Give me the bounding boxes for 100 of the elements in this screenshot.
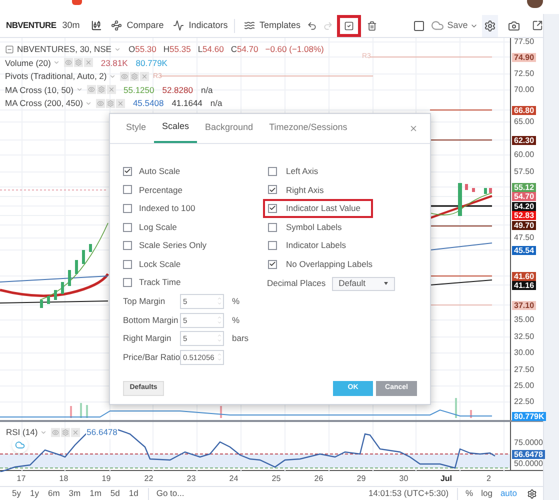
option-label: No Overlapping Labels	[286, 258, 372, 271]
time-axis-label: 22	[143, 472, 154, 484]
dialog-tab[interactable]: Background	[197, 113, 262, 143]
range-button[interactable]: 1y	[30, 487, 39, 500]
scale-mode-button[interactable]: log	[481, 487, 492, 500]
redo-icon	[323, 20, 334, 30]
option-label: Indicator Last Value	[286, 202, 360, 215]
option-label: Left Axis	[286, 164, 318, 178]
checkbox[interactable]	[268, 260, 277, 269]
dialog-tab[interactable]: Timezone/Sessions	[261, 113, 356, 143]
eye-icon[interactable]	[120, 72, 129, 81]
time-axis-label: 29	[356, 472, 367, 484]
checkbox[interactable]	[268, 204, 277, 213]
checkbox[interactable]	[123, 204, 132, 213]
axis-tick-label: 77.50	[514, 37, 534, 47]
interval-button[interactable]: 30m	[62, 18, 80, 32]
close-icon[interactable]	[84, 58, 93, 68]
goto-button[interactable]: Go to...	[156, 487, 184, 500]
candle	[82, 250, 85, 264]
ohlc-value: 54.70	[236, 44, 258, 54]
pivot-line	[430, 304, 492, 306]
unit-label: %	[232, 314, 240, 326]
checkbox[interactable]	[123, 222, 132, 232]
wave-icon[interactable]	[172, 20, 184, 31]
price-change: −0.60 (−1.08%)	[265, 44, 324, 54]
cloud-icon[interactable]	[431, 19, 444, 32]
save-button[interactable]: Save	[447, 18, 468, 32]
close-icon[interactable]	[70, 428, 80, 437]
candle	[68, 270, 71, 286]
camera-icon[interactable]	[508, 20, 520, 32]
field-label: Bottom Margin	[123, 314, 180, 326]
square-icon[interactable]	[413, 20, 426, 32]
nodes-icon[interactable]	[110, 20, 122, 31]
settings-icon[interactable]	[527, 488, 537, 498]
close-icon[interactable]	[409, 124, 418, 133]
indicator-name[interactable]: Pivots (Traditional, Auto, 2)	[5, 71, 107, 82]
price-label: 41.60	[512, 272, 536, 280]
price-label: 45.54	[512, 246, 536, 254]
checkbox[interactable]	[123, 185, 132, 194]
eye-icon[interactable]	[50, 428, 60, 437]
logo-icon[interactable]	[72, 0, 82, 5]
eye-icon[interactable]	[86, 85, 96, 94]
candlestick-icon[interactable]	[90, 20, 102, 31]
close-icon[interactable]	[140, 72, 149, 81]
eye-icon[interactable]	[64, 58, 73, 68]
range-button[interactable]: 1d	[128, 487, 138, 500]
cloud-icon[interactable]	[12, 437, 28, 453]
indicator-value: 45.5408	[132, 98, 164, 108]
collapse-icon[interactable]	[5, 44, 14, 54]
settings-icon[interactable]	[482, 14, 498, 36]
candle	[465, 184, 468, 190]
option-label: Right Axis	[286, 184, 324, 196]
range-button[interactable]: 6m	[48, 487, 60, 500]
external-link-icon[interactable]	[532, 20, 543, 31]
indicator-name[interactable]: MA Cross (10, 50)	[5, 84, 74, 95]
indicator-value: n/a	[200, 84, 213, 95]
dialog-tab[interactable]: Scales	[154, 113, 198, 143]
unit-label: bars	[232, 332, 249, 346]
axis-tick-label: 30.00	[514, 348, 534, 358]
checkbox[interactable]	[268, 166, 277, 176]
range-button[interactable]: 1m	[90, 487, 102, 500]
option-label: Auto Scale	[139, 164, 180, 178]
toolbar-button[interactable]: Indicators	[188, 18, 228, 32]
waves-icon[interactable]	[244, 20, 254, 31]
symbol-name[interactable]: NBVENTURE	[6, 19, 56, 32]
time-axis-label: 30	[398, 472, 410, 484]
time-axis-label: 24	[228, 472, 240, 484]
option-label: Indexed to 100	[139, 202, 196, 215]
candle	[484, 188, 487, 194]
field-label: Price/Bar Ratio	[123, 350, 180, 364]
checkbox[interactable]	[268, 222, 277, 232]
dropdown[interactable]: Default	[332, 276, 395, 291]
toolbar-button[interactable]: Templates	[260, 18, 301, 32]
indicator-name[interactable]: MA Cross (200, 450)	[5, 98, 83, 108]
tool-button[interactable]	[337, 14, 361, 36]
field-label: Decimal Places	[267, 277, 326, 290]
range-button[interactable]: 5y	[12, 487, 21, 500]
scale-mode-button[interactable]: %	[466, 487, 474, 500]
indicator-name[interactable]: Volume (20)	[5, 58, 51, 68]
ohlc-label: H	[163, 44, 170, 54]
time-axis-label: 19	[100, 472, 112, 484]
checkbox[interactable]	[123, 241, 132, 250]
close-icon[interactable]	[106, 85, 116, 94]
axis-tick-label: 60.00	[514, 150, 534, 160]
checkbox[interactable]	[123, 166, 132, 176]
indicator-name[interactable]: RSI (14)	[6, 426, 38, 439]
checkbox[interactable]	[268, 241, 277, 250]
range-button[interactable]: 3m	[68, 487, 81, 500]
axis-tick-label: 70.00	[514, 85, 534, 95]
range-button[interactable]: 5d	[110, 487, 120, 500]
axis-tick-label: 25.00	[514, 381, 534, 391]
dialog-tab[interactable]: Style	[118, 113, 154, 143]
checkbox[interactable]	[268, 185, 277, 194]
close-icon[interactable]	[116, 98, 125, 108]
ohlc-value: 55.35	[170, 44, 191, 54]
checkbox[interactable]	[123, 278, 132, 288]
ohlc-label: L	[198, 44, 203, 54]
toolbar-button[interactable]: Compare	[126, 18, 164, 32]
checkbox[interactable]	[123, 260, 132, 269]
eye-icon[interactable]	[96, 98, 105, 108]
